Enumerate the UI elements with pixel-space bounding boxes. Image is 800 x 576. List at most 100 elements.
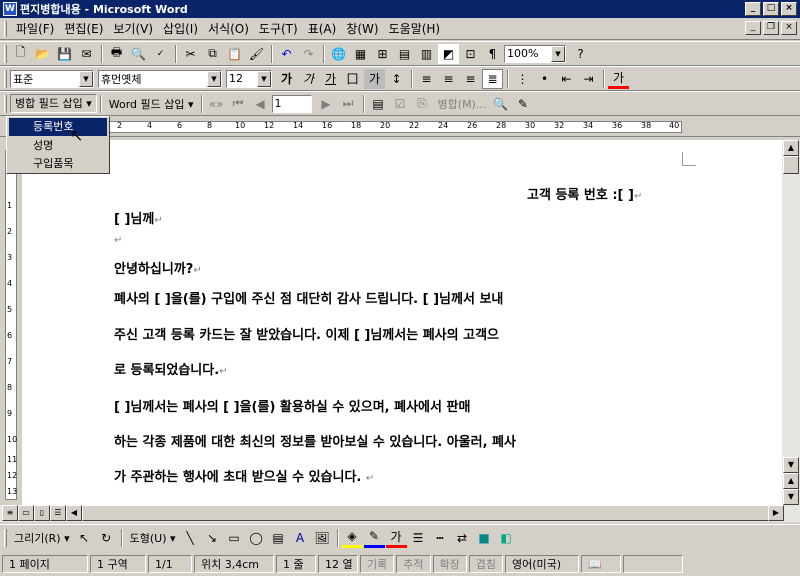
doc-restore-button[interactable]: ❐	[763, 21, 779, 35]
menu-format[interactable]: 서식(O)	[203, 20, 254, 37]
menu-edit[interactable]: 편집(E)	[59, 20, 108, 37]
next-page-icon[interactable]: ▼	[783, 489, 799, 505]
merge-field-item[interactable]: 성명	[7, 137, 109, 155]
insert-merge-field-button[interactable]: 병합 필드 삽입 ▾	[10, 94, 97, 113]
paste-icon[interactable]: 📋	[224, 44, 245, 64]
arrow-icon[interactable]: ↘	[202, 528, 223, 548]
line-icon[interactable]: ╲	[180, 528, 201, 548]
dash-style-icon[interactable]: ┅	[430, 528, 451, 548]
copy-icon[interactable]: ⧉	[202, 44, 223, 64]
char-shading-icon[interactable]: 가	[364, 68, 385, 89]
increase-indent-icon[interactable]: ⇥	[578, 69, 599, 89]
format-painter-icon[interactable]: 🖌	[246, 44, 267, 64]
next-record-icon[interactable]: ▶	[316, 94, 337, 114]
hyperlink-icon[interactable]: 🌐	[328, 44, 349, 64]
insert-word-field-button[interactable]: Word 필드 삽입 ▾	[105, 96, 198, 112]
tables-borders-icon[interactable]: ▦	[350, 44, 371, 64]
line-color-icon[interactable]: ✎	[363, 528, 385, 548]
menu-window[interactable]: 창(W)	[341, 20, 383, 37]
draw-menu-button[interactable]: 그리기(R) ▾	[10, 530, 74, 546]
merge-field-item[interactable]: 등록번호	[9, 118, 107, 136]
scroll-left-button[interactable]: ◀	[66, 505, 82, 521]
horizontal-ruler[interactable]: 2 4 6 8 10 12 14 16 18 20 22 24 26 28 30…	[0, 117, 800, 137]
check-errors-icon[interactable]: ☑	[390, 94, 411, 114]
clipart-icon[interactable]: 🖼	[312, 528, 333, 548]
justify-icon[interactable]: ≣	[482, 68, 503, 89]
previous-record-icon[interactable]: ◀	[250, 94, 271, 114]
outline-view-icon[interactable]: ☰	[50, 505, 66, 521]
minimize-button[interactable]: _	[745, 2, 761, 16]
mail-merge-helper-icon[interactable]: ▤	[368, 94, 389, 114]
hscroll-thumb[interactable]	[82, 505, 772, 521]
zoom-select[interactable]: 100% ▼	[504, 44, 566, 63]
redo-icon[interactable]: ↷	[298, 44, 319, 64]
align-left-icon[interactable]: ≡	[416, 69, 437, 89]
print-icon[interactable]: 🖶	[106, 44, 127, 64]
new-document-icon[interactable]: 🗋	[10, 44, 31, 64]
record-input[interactable]: 1	[271, 94, 312, 113]
view-merged-data-icon[interactable]: «»	[206, 94, 227, 114]
fill-color-icon[interactable]: ◈	[341, 528, 363, 548]
font-color-icon[interactable]: 가	[608, 69, 629, 89]
arrow-style-icon[interactable]: ⇄	[452, 528, 473, 548]
show-hide-icon[interactable]: ¶	[482, 44, 503, 64]
first-record-icon[interactable]: ⏮	[228, 94, 249, 114]
status-extend[interactable]: 확장	[432, 555, 467, 573]
italic-icon[interactable]: 가	[298, 69, 319, 89]
underline-icon[interactable]: 가	[320, 69, 341, 89]
font-select[interactable]: 휴먼옛체 ▼	[98, 69, 222, 88]
autoshapes-button[interactable]: 도형(U) ▾	[126, 530, 180, 546]
textbox-icon[interactable]: ▤	[268, 528, 289, 548]
doc-minimize-button[interactable]: _	[745, 21, 761, 35]
email-icon[interactable]: ✉	[76, 44, 97, 64]
web-layout-icon[interactable]: ▭	[18, 505, 34, 521]
cut-icon[interactable]: ✂	[180, 44, 201, 64]
print-preview-icon[interactable]: 🔍	[128, 44, 149, 64]
columns-icon[interactable]: ▥	[416, 44, 437, 64]
numbering-icon[interactable]: ⋮	[512, 69, 533, 89]
line-style-icon[interactable]: ☰	[408, 528, 429, 548]
menu-help[interactable]: 도움말(H)	[384, 20, 446, 37]
spelling-icon[interactable]: ✓	[150, 44, 171, 64]
doc-close-button[interactable]: ×	[781, 21, 797, 35]
menu-file[interactable]: 파일(F)	[11, 20, 59, 37]
menu-view[interactable]: 보기(V)	[108, 20, 158, 37]
font-size-select[interactable]: 12 ▼	[226, 69, 272, 88]
merge-field-item[interactable]: 구입품목	[7, 155, 109, 173]
scroll-right-button[interactable]: ▶	[768, 505, 784, 521]
help-icon[interactable]: ?	[570, 44, 591, 64]
drawing-icon[interactable]: ◩	[438, 43, 459, 64]
vertical-ruler[interactable]: 1 2 3 4 5 6 7 8 9 10 11 12 13	[0, 140, 22, 505]
edit-data-source-icon[interactable]: ✎	[512, 94, 533, 114]
select-objects-icon[interactable]: ↖	[74, 528, 95, 548]
scroll-thumb[interactable]	[783, 156, 799, 174]
scroll-up-button[interactable]: ▲	[783, 140, 799, 156]
save-icon[interactable]: 💾	[54, 44, 75, 64]
shadow-icon[interactable]: ■	[474, 528, 495, 548]
undo-icon[interactable]: ↶	[276, 44, 297, 64]
status-record[interactable]: 기록	[360, 555, 395, 573]
menu-tools[interactable]: 도구(T)	[254, 20, 303, 37]
menu-insert[interactable]: 삽입(I)	[158, 20, 203, 37]
3d-icon[interactable]: ◧	[496, 528, 517, 548]
decrease-indent-icon[interactable]: ⇤	[556, 69, 577, 89]
insert-table-icon[interactable]: ⊞	[372, 44, 393, 64]
bold-icon[interactable]: 가	[276, 69, 297, 89]
horizontal-scrollbar[interactable]: ≡ ▭ ▯ ☰ ◀ ▶	[0, 505, 800, 522]
insert-excel-icon[interactable]: ▤	[394, 44, 415, 64]
style-select[interactable]: 표준 ▼	[10, 69, 94, 88]
scroll-down-button[interactable]: ▼	[783, 457, 799, 473]
menu-table[interactable]: 표(A)	[303, 20, 342, 37]
open-folder-icon[interactable]: 📂	[32, 44, 53, 64]
char-border-icon[interactable]: 囗	[342, 69, 363, 89]
spelling-status-icon[interactable]: 📖	[581, 555, 621, 573]
last-record-icon[interactable]: ⏭	[338, 94, 359, 114]
previous-page-icon[interactable]: ▲	[783, 473, 799, 489]
vertical-scrollbar[interactable]: ▲ ▼ ▲ ▼	[782, 140, 800, 505]
oval-icon[interactable]: ◯	[246, 528, 267, 548]
wordart-icon[interactable]: A	[290, 528, 311, 548]
free-rotate-icon[interactable]: ↻	[96, 528, 117, 548]
normal-view-icon[interactable]: ≡	[2, 505, 18, 521]
merge-button[interactable]: 병합(M)...	[434, 96, 491, 112]
close-button[interactable]: ×	[781, 2, 797, 16]
